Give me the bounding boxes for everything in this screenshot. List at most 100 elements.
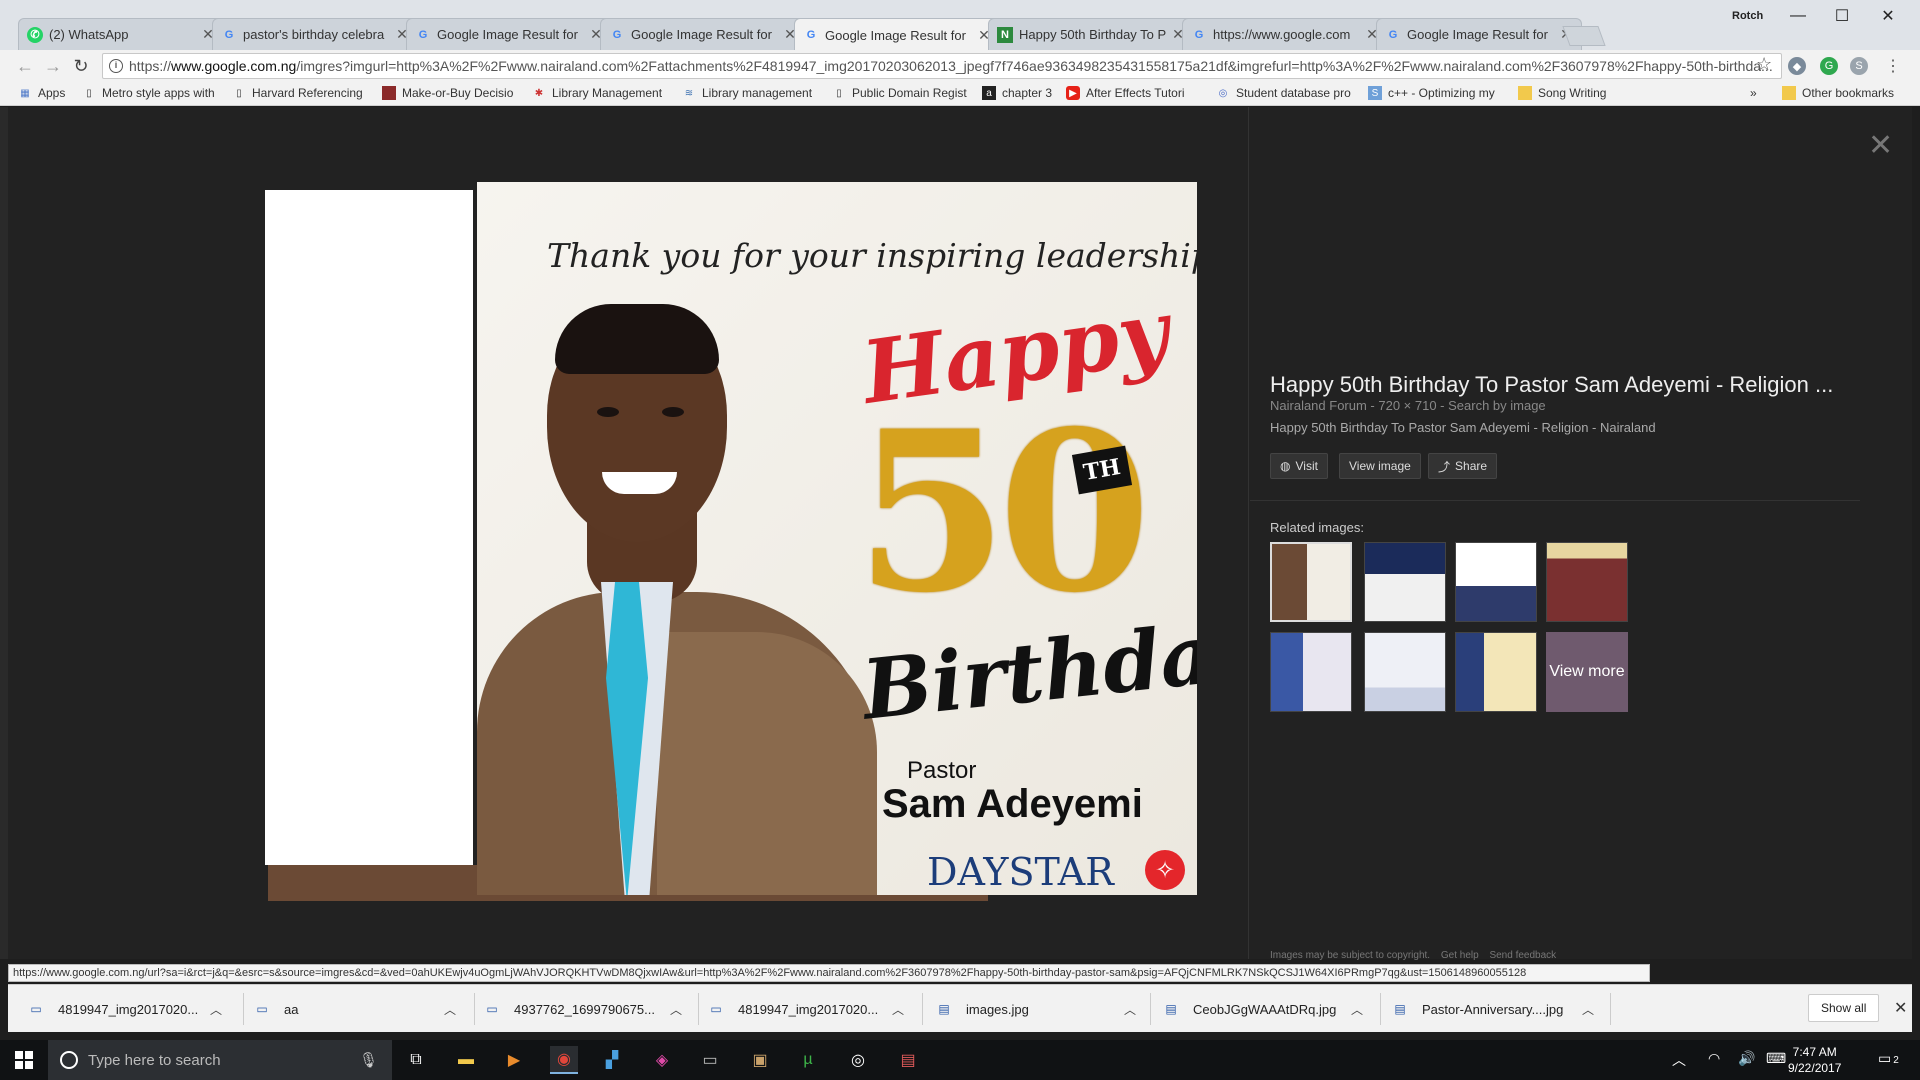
bookmark-item[interactable]: ▯ Public Domain Regist [832, 86, 968, 100]
tab-image-result-3[interactable]: G Google Image Result for ✕ [1376, 18, 1582, 50]
related-image-thumbnail[interactable] [1364, 632, 1446, 712]
tab-happy-50th[interactable]: N Happy 50th Birthday To P ✕ [988, 18, 1194, 50]
related-image-thumbnail[interactable] [1455, 632, 1537, 712]
app-icon[interactable]: ▤ [894, 1046, 922, 1074]
wifi-icon[interactable]: ◠ [1708, 1050, 1720, 1067]
terminal-icon[interactable]: ▭ [696, 1046, 724, 1074]
app-icon[interactable]: ◈ [648, 1046, 676, 1074]
tab-image-result-active[interactable]: G Google Image Result for ✕ [794, 18, 1000, 51]
related-image-thumbnail[interactable] [1270, 632, 1352, 712]
main-image[interactable]: Thank you for your inspiring leadership!… [477, 182, 1197, 895]
chevron-up-icon[interactable]: ︿ [1582, 1001, 1594, 1018]
keyboard-icon[interactable]: ⌨ [1766, 1050, 1786, 1067]
bookmark-item[interactable]: ▶ After Effects Tutori [1066, 86, 1202, 100]
taskbar-search-box[interactable]: Type here to search 🎙 [48, 1040, 392, 1080]
back-arrow-icon[interactable]: ← [14, 55, 36, 77]
divider [243, 993, 244, 1025]
view-more-button[interactable]: View more [1546, 632, 1628, 712]
chevron-up-icon[interactable]: ︿ [1124, 1001, 1136, 1018]
a-icon: a [982, 86, 996, 100]
download-item[interactable]: ▭ 4937762_1699790675... ︿ [484, 995, 694, 1023]
copyright-notice: Images may be subject to copyright. Get … [1270, 950, 1556, 961]
bookmark-item[interactable]: Make-or-Buy Decisio [382, 86, 518, 100]
chevron-up-icon[interactable]: ︿ [1672, 1050, 1686, 1070]
tab-image-result-2[interactable]: G Google Image Result for ✕ [600, 18, 806, 50]
related-image-thumbnail[interactable] [1270, 542, 1352, 622]
minimize-icon[interactable]: — [1778, 4, 1818, 28]
chevron-up-icon[interactable]: ︿ [1351, 1001, 1363, 1018]
tab-google-url[interactable]: G https://www.google.com ✕ [1182, 18, 1388, 50]
volume-icon[interactable]: 🔊 [1738, 1050, 1755, 1067]
bookmark-item[interactable]: ▯ Metro style apps with [82, 86, 216, 100]
bookmark-item[interactable]: a chapter 3 [982, 86, 1052, 100]
close-downloads-icon[interactable]: ✕ [1894, 998, 1907, 1018]
reload-icon[interactable]: ↻ [70, 55, 92, 77]
whatsapp-icon: ✆ [27, 26, 43, 43]
bookmarks-bar: ▦ Apps ▯ Metro style apps with ▯ Harvard Re… [0, 82, 1920, 106]
app-icon[interactable]: ▞ [598, 1046, 626, 1074]
bookmark-item[interactable]: ≋ Library management [682, 86, 818, 100]
bookmark-item[interactable]: ▯ Harvard Referencing [232, 86, 366, 100]
google-icon: G [418, 28, 428, 41]
maximize-icon[interactable]: ☐ [1822, 4, 1862, 28]
extension-icon[interactable]: ◆ [1788, 57, 1806, 75]
windows-start-button[interactable] [0, 1040, 48, 1080]
send-feedback-link[interactable]: Send feedback [1489, 950, 1556, 961]
share-button[interactable]: ⤴ Share [1428, 453, 1498, 479]
close-icon[interactable]: ✕ [1868, 128, 1893, 163]
related-image-thumbnail[interactable] [1455, 542, 1537, 622]
bookmark-apps[interactable]: ▦ Apps [18, 86, 74, 100]
download-item[interactable]: ▤ CeobJGgWAAAtDRq.jpg ︿ [1163, 995, 1373, 1023]
stack-icon: ≋ [684, 87, 694, 99]
card-thankyou-text: Thank you for your inspiring leadership! [547, 236, 1197, 275]
profile-name[interactable]: Rotch [1732, 10, 1763, 22]
result-title[interactable]: Happy 50th Birthday To Pastor Sam Adeyem… [1270, 372, 1840, 398]
figure-eye [597, 407, 619, 417]
app-icon[interactable]: ◎ [844, 1046, 872, 1074]
tab-pastor-birthday[interactable]: G pastor's birthday celebra ✕ [212, 18, 418, 50]
chevron-up-icon[interactable]: ︿ [892, 1001, 904, 1018]
more-bookmarks-chevron[interactable]: » [1750, 86, 1757, 100]
new-tab-button[interactable] [1562, 26, 1606, 46]
bookmark-item[interactable]: ✱ Library Management [532, 86, 668, 100]
download-item[interactable]: ▤ Pastor-Anniversary....jpg ︿ [1392, 995, 1602, 1023]
related-image-thumbnail[interactable] [1546, 542, 1628, 622]
chevron-up-icon[interactable]: ︿ [670, 1001, 682, 1018]
panel-divider [1248, 107, 1249, 959]
visit-button[interactable]: ◍ Visit [1270, 453, 1328, 479]
get-help-link[interactable]: Get help [1441, 950, 1479, 961]
extension-icon[interactable]: S [1850, 57, 1868, 75]
view-image-button[interactable]: View image [1339, 453, 1421, 479]
file-explorer-icon[interactable]: ▬ [452, 1046, 480, 1074]
download-item[interactable]: ▭ 4819947_img2017020... ︿ [28, 995, 228, 1023]
forward-arrow-icon[interactable]: → [42, 55, 64, 77]
chevron-up-icon[interactable]: ︿ [444, 1001, 456, 1018]
notification-icon[interactable]: ▭ 2 [1878, 1050, 1899, 1067]
show-all-button[interactable]: Show all [1808, 994, 1880, 1022]
utorrent-icon[interactable]: µ [794, 1046, 822, 1074]
download-item[interactable]: ▭ 4819947_img2017020... ︿ [708, 995, 918, 1023]
system-clock[interactable]: 7:47 AM 9/22/2017 [1788, 1044, 1841, 1076]
bookmark-item[interactable]: Song Writing [1518, 86, 1628, 100]
tab-whatsapp[interactable]: ✆ (2) WhatsApp ✕ [18, 18, 224, 50]
menu-dots-icon[interactable]: ⋮ [1884, 57, 1902, 75]
bookmark-star-icon[interactable]: ☆ [1756, 54, 1772, 75]
grammarly-icon[interactable]: G [1820, 57, 1838, 75]
chrome-icon[interactable]: ◉ [550, 1046, 578, 1074]
download-item[interactable]: ▭ aa ︿ [254, 995, 464, 1023]
media-player-icon[interactable]: ▶ [500, 1046, 528, 1074]
previous-image-preview[interactable] [265, 190, 473, 865]
download-item[interactable]: ▤ images.jpg ︿ [936, 995, 1146, 1023]
address-bar[interactable]: i https://www.google.com.ng/imgres?imgur… [102, 53, 1782, 79]
microphone-icon[interactable]: 🎙 [359, 1051, 378, 1069]
bookmark-item[interactable]: ◎ Student database pro [1216, 86, 1354, 100]
related-image-thumbnail[interactable] [1364, 542, 1446, 622]
bookmark-item[interactable]: Sc++ - Optimizing my [1368, 86, 1504, 100]
info-icon[interactable]: i [109, 59, 123, 73]
other-bookmarks[interactable]: Other bookmarks [1782, 86, 1912, 100]
tab-image-result-1[interactable]: G Google Image Result for ✕ [406, 18, 612, 50]
app-icon[interactable]: ▣ [746, 1046, 774, 1074]
chevron-up-icon[interactable]: ︿ [210, 1001, 222, 1018]
close-window-icon[interactable]: ✕ [1868, 4, 1908, 28]
task-view-icon[interactable]: ⧉ [402, 1046, 430, 1074]
